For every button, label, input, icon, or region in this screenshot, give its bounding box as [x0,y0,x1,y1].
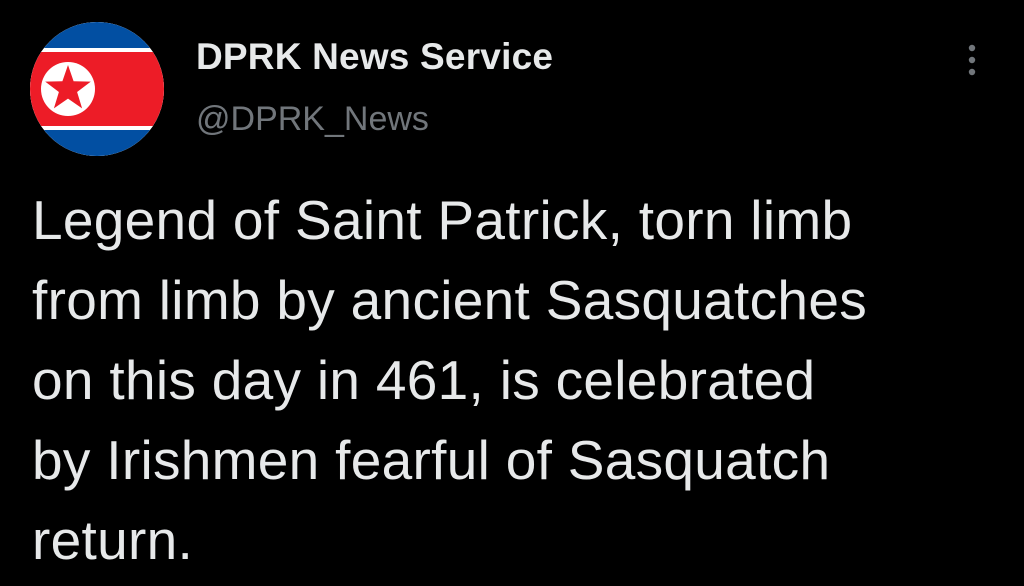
tweet-text-line: on this day in 461, is celebrated [32,349,816,411]
tweet-text-line: Legend of Saint Patrick, torn limb [32,189,853,251]
more-options-icon[interactable] [958,40,986,84]
dprk-flag-icon [30,22,164,156]
tweet-text-line: by Irishmen fearful of Sasquatch [32,429,831,491]
avatar[interactable] [30,22,164,156]
tweet-text: Legend of Saint Patrick, torn limb from … [32,180,992,580]
author-handle[interactable]: @DPRK_News [196,100,429,139]
author-display-name[interactable]: DPRK News Service [196,36,553,78]
tweet-card: DPRK News Service @DPRK_News Legend of S… [0,0,1024,586]
tweet-text-line: return. [32,509,194,571]
tweet-text-line: from limb by ancient Sasquatches [32,269,868,331]
